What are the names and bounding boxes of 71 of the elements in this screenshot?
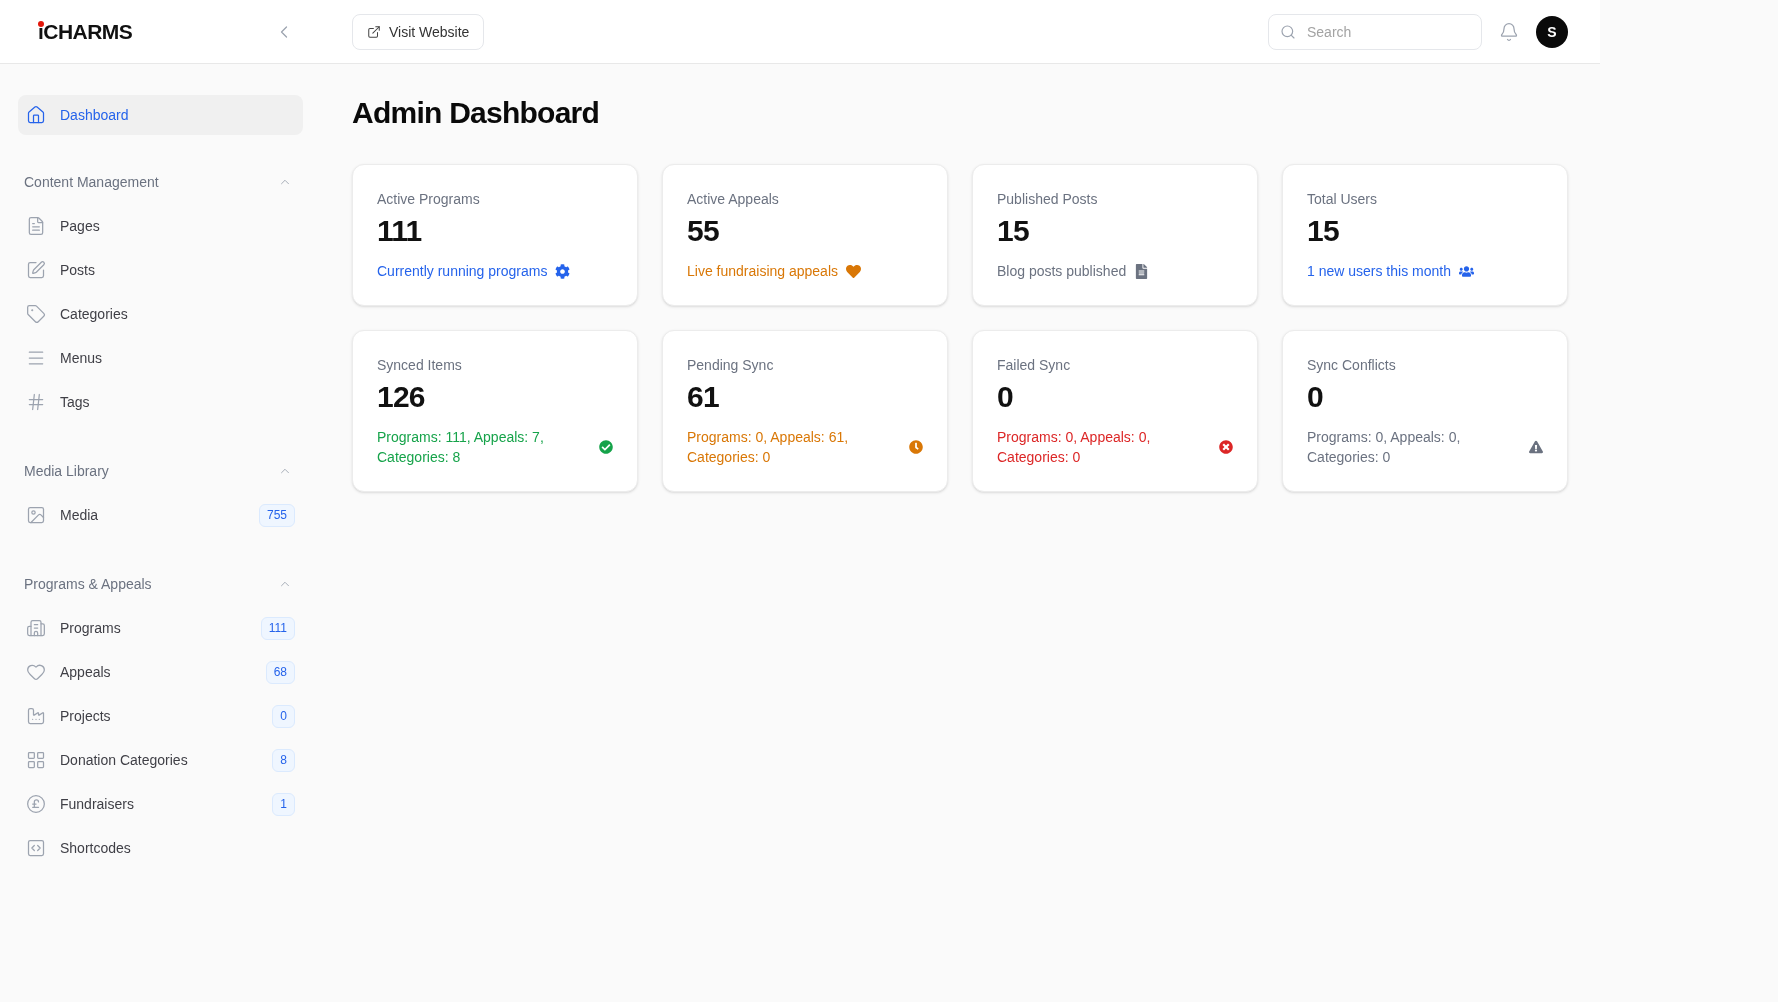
clock-icon: [909, 440, 923, 454]
sidebar-item[interactable]: Dashboard: [18, 95, 303, 135]
card-title: Active Appeals: [687, 190, 780, 209]
grid-icon: [26, 750, 46, 770]
document-icon: [26, 216, 46, 236]
heart-icon: [846, 263, 861, 279]
document-icon: [1134, 263, 1150, 279]
visit-website-button[interactable]: Visit Website: [352, 13, 485, 50]
count-badge: 68: [265, 660, 295, 684]
sidebar-item[interactable]: Media 755: [18, 493, 303, 537]
gear-icon: [555, 263, 571, 279]
card-title: Published Posts: [997, 190, 1099, 209]
search-field[interactable]: Search: [1268, 13, 1482, 50]
card-description: Programs: 0, Appeals: 0, Categories: 0: [997, 428, 1152, 467]
card-description: Programs: 111, Appeals: 7, Categories: 8: [377, 428, 545, 467]
tag-icon: [26, 304, 46, 324]
sidebar-item[interactable]: Appeals 68: [18, 650, 303, 694]
count-badge: 8: [272, 748, 295, 772]
card-value: 0: [997, 379, 1014, 415]
card-title: Total Users: [1307, 190, 1379, 209]
card-description: Currently running programs: [377, 262, 548, 281]
heart-icon: [26, 662, 46, 682]
card-title: Failed Sync: [997, 356, 1072, 375]
card-description: Programs: 0, Appeals: 0, Categories: 0: [1307, 428, 1462, 467]
card-title: Pending Sync: [687, 356, 775, 375]
sidebar-item[interactable]: Shortcodes: [18, 826, 303, 870]
count-badge: 0: [272, 704, 295, 728]
card-description: Live fundraising appeals: [687, 262, 838, 281]
count-badge: 1: [272, 792, 295, 816]
pound-coin-icon: [26, 794, 46, 814]
image-icon: [26, 505, 46, 525]
home-icon: [26, 105, 46, 125]
bell-icon[interactable]: [1499, 21, 1519, 42]
card-title: Sync Conflicts: [1307, 356, 1397, 375]
user-avatar[interactable]: S: [1536, 15, 1568, 48]
count-badge: 755: [258, 503, 295, 527]
section-header[interactable]: Programs & Appeals: [18, 574, 303, 594]
card-value: 126: [377, 379, 426, 415]
users-icon: [1458, 263, 1474, 279]
count-badge: 111: [260, 616, 295, 640]
card-value: 111: [377, 213, 423, 249]
code-icon: [26, 838, 46, 858]
sidebar-item[interactable]: Donation Categories 8: [18, 738, 303, 782]
section-header[interactable]: Media Library: [18, 461, 303, 481]
external-link-icon: [367, 24, 381, 39]
hash-icon: [26, 392, 46, 412]
sidebar-item[interactable]: Posts: [18, 248, 303, 292]
sidebar-item[interactable]: Programs 111: [18, 606, 303, 650]
page-title: Admin Dashboard: [352, 95, 601, 131]
pencil-square-icon: [26, 260, 46, 280]
card-title: Synced Items: [377, 356, 463, 375]
sidebar-item[interactable]: Tags: [18, 380, 303, 424]
search-icon: [1280, 23, 1296, 40]
card-value: 0: [1307, 379, 1324, 415]
card-value: 15: [1307, 213, 1340, 249]
card-title: Active Programs: [377, 190, 481, 209]
card-description: Programs: 0, Appeals: 61, Categories: 0: [687, 428, 850, 467]
factory-icon: [26, 706, 46, 726]
card-value: 15: [997, 213, 1030, 249]
section-header[interactable]: Content Management: [18, 172, 303, 192]
sidebar-item[interactable]: Projects 0: [18, 694, 303, 738]
sidebar-item[interactable]: Fundraisers 1: [18, 782, 303, 826]
card-value: 61: [687, 379, 720, 415]
card-description: Blog posts published: [997, 262, 1127, 281]
sidebar-item[interactable]: Menus: [18, 336, 303, 380]
sidebar-item[interactable]: Categories: [18, 292, 303, 336]
card-value: 55: [687, 213, 720, 249]
building-icon: [26, 618, 46, 638]
card-description: 1 new users this month: [1307, 262, 1451, 281]
warning-icon: [1529, 440, 1543, 454]
sidebar-item[interactable]: Pages: [18, 204, 303, 248]
